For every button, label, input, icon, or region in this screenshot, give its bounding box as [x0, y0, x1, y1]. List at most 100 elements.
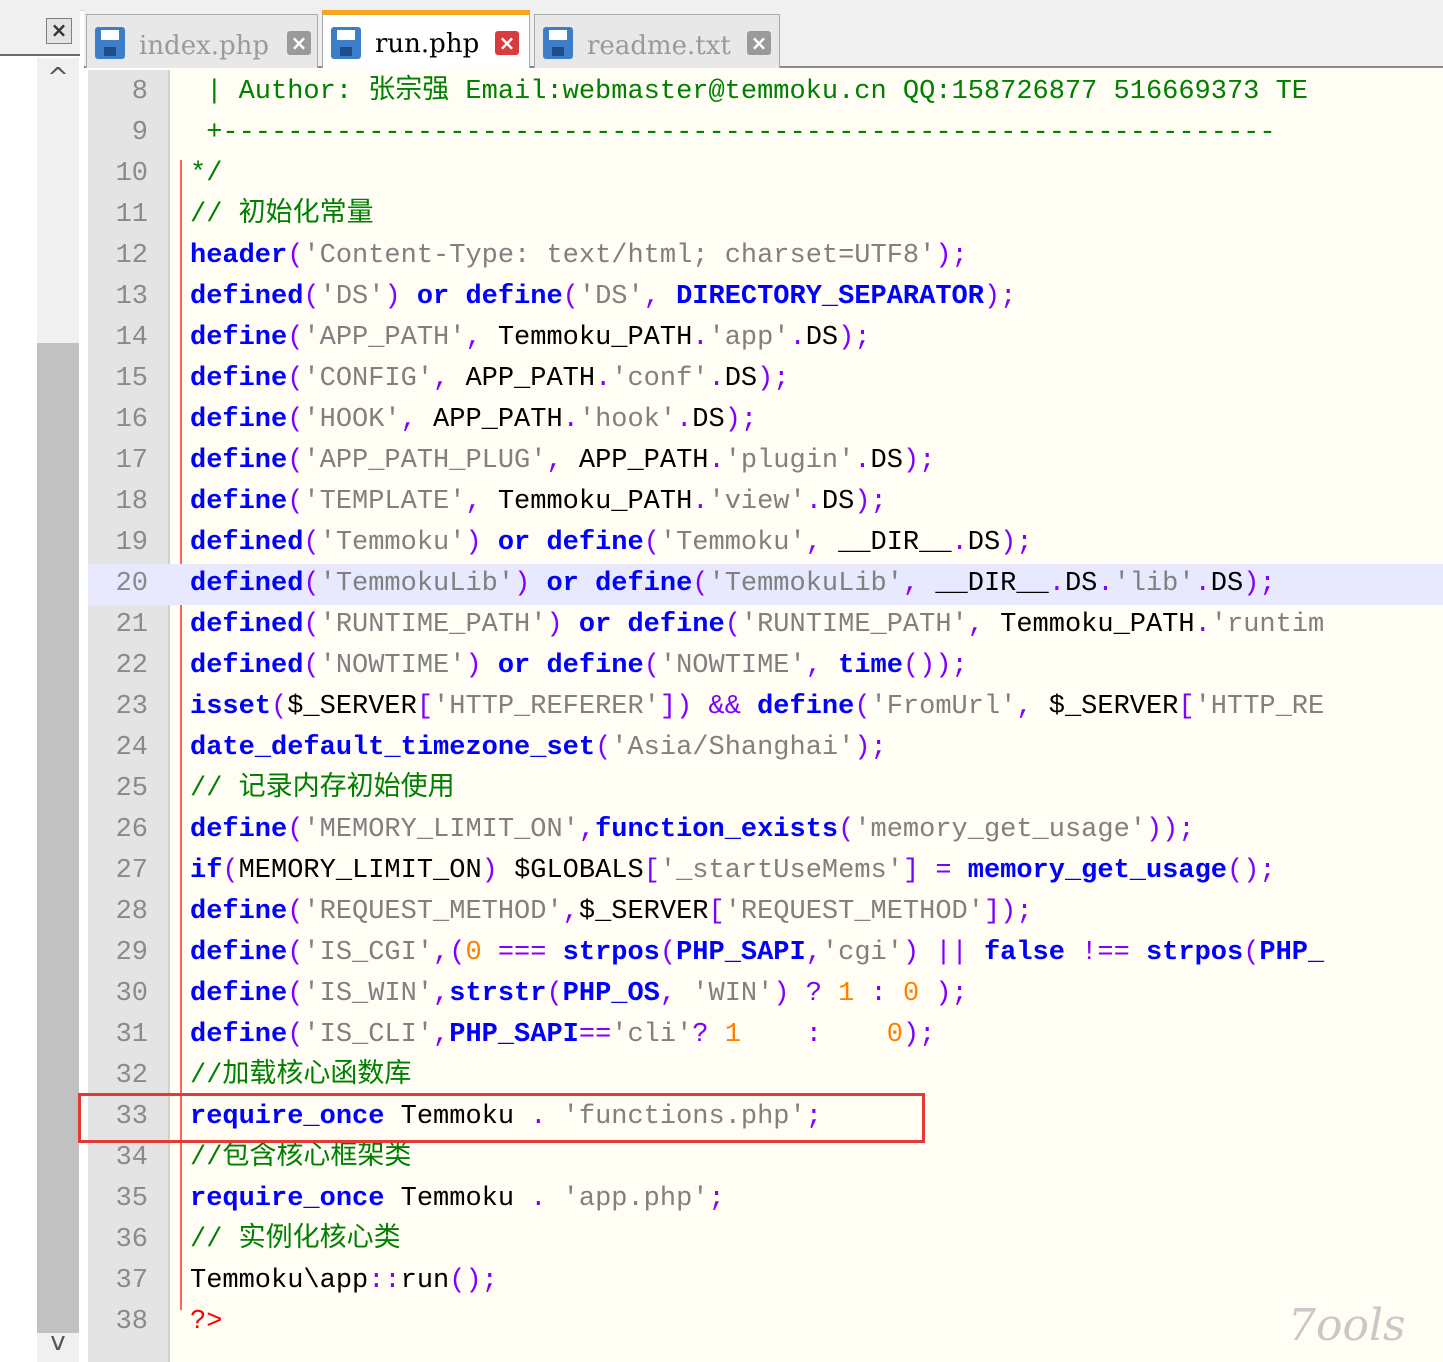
code-text: //加载核心函数库 — [190, 1056, 411, 1097]
code-token: . — [595, 364, 612, 394]
code-line[interactable]: 32 //加载核心函数库 — [88, 1056, 1443, 1097]
code-token: , — [805, 651, 839, 681]
code-token: 1 — [724, 1020, 741, 1050]
tab-run-php[interactable]: run.php × — [322, 10, 530, 68]
code-line[interactable]: 37 Temmoku\app::run(); — [88, 1261, 1443, 1302]
code-token: ); — [902, 446, 936, 476]
tab-label: run.php — [375, 29, 480, 59]
line-number: 16 — [115, 405, 148, 435]
code-line[interactable]: 22 defined('NOWTIME') or define('NOWTIME'… — [88, 646, 1443, 687]
code-token: define — [190, 897, 288, 927]
code-token: ) — [465, 651, 498, 681]
line-number: 23 — [115, 692, 148, 722]
watermark-logo: 7ools — [1288, 1300, 1406, 1351]
code-token: $GLOBALS — [514, 856, 644, 886]
code-line[interactable]: 31 define('IS_CLI',PHP_SAPI=='cli'? 1 : 0… — [88, 1015, 1443, 1056]
code-token: ( — [287, 405, 304, 435]
code-line[interactable]: 20 defined('TemmokuLib') or define('Temmo… — [88, 564, 1443, 605]
code-token: run — [400, 1266, 450, 1296]
code-text: require_once Temmoku . 'app.php'; — [190, 1179, 725, 1220]
code-line[interactable]: 17 define('APP_PATH_PLUG', APP_PATH.'plug… — [88, 441, 1443, 482]
code-line[interactable]: 26 define('MEMORY_LIMIT_ON',function_exis… — [88, 810, 1443, 851]
code-token: define — [190, 815, 288, 845]
code-token: ) — [481, 856, 515, 886]
tab-close-icon[interactable]: × — [287, 31, 311, 55]
line-number: 9 — [131, 118, 148, 148]
code-line[interactable]: 10 */ — [88, 154, 1443, 195]
code-token: ( — [271, 692, 288, 722]
code-line[interactable]: 29 define('IS_CGI',(0 === strpos(PHP_SAPI… — [88, 933, 1443, 974]
code-line[interactable]: 9 +-------------------------------------… — [88, 113, 1443, 154]
line-number: 30 — [115, 979, 148, 1009]
code-token: define — [627, 610, 725, 640]
code-text: define('APP_PATH', Temmoku_PATH.'app'.DS… — [190, 318, 871, 359]
code-token: ( — [643, 528, 660, 558]
scroll-up-arrow-icon[interactable]: ^ — [37, 58, 79, 98]
code-line[interactable]: 12 header('Content-Type: text/html; chars… — [88, 236, 1443, 277]
left-panel-edge — [0, 58, 37, 1362]
code-token: 'TEMPLATE' — [303, 487, 466, 517]
code-token: date_default_timezone_set — [190, 733, 596, 763]
code-line[interactable]: 23 isset($_SERVER['HTTP_REFERER']) && def… — [88, 687, 1443, 728]
code-line[interactable]: 27 if(MEMORY_LIMIT_ON) $GLOBALS['_startUs… — [88, 851, 1443, 892]
code-line[interactable]: 11 // 初始化常量 — [88, 195, 1443, 236]
scroll-down-arrow-icon[interactable]: v — [37, 1322, 79, 1362]
code-line[interactable]: 30 define('IS_WIN',strstr(PHP_OS, 'WIN') … — [88, 974, 1443, 1015]
tab-readme-txt[interactable]: readme.txt × — [534, 14, 780, 68]
code-token: require_once — [190, 1184, 385, 1214]
code-token: __DIR__ — [935, 569, 1049, 599]
code-line[interactable]: 28 define('REQUEST_METHOD',$_SERVER['REQU… — [88, 892, 1443, 933]
code-token: 'CONFIG' — [303, 364, 434, 394]
code-line[interactable]: 16 define('HOOK', APP_PATH.'hook'.DS); — [88, 400, 1443, 441]
line-number: 14 — [115, 323, 148, 353]
code-token: ) — [546, 610, 579, 640]
code-line[interactable]: 13 defined('DS') or define('DS', DIRECTOR… — [88, 277, 1443, 318]
vertical-scrollbar[interactable]: ^ v — [37, 58, 79, 1362]
code-token: . — [1097, 569, 1114, 599]
line-number: 13 — [115, 282, 148, 312]
code-token: 'DS' — [319, 282, 385, 312]
code-token: header — [190, 241, 288, 271]
code-token: ( — [562, 282, 579, 312]
tab-index-php[interactable]: index.php × — [86, 14, 318, 68]
code-token: or — [497, 528, 531, 558]
code-line[interactable]: 15 define('CONFIG', APP_PATH.'conf'.DS); — [88, 359, 1443, 400]
code-line[interactable]: 35 require_once Temmoku . 'app.php'; — [88, 1179, 1443, 1220]
code-line[interactable]: 25 // 记录内存初始使用 — [88, 769, 1443, 810]
line-number: 32 — [115, 1061, 148, 1091]
code-line[interactable]: 36 // 实例化核心类 — [88, 1220, 1443, 1261]
code-token: 'Temmoku' — [319, 528, 466, 558]
scrollbar-thumb[interactable] — [37, 343, 79, 1333]
code-line[interactable]: 38 ?> — [88, 1302, 1443, 1343]
code-token: isset — [190, 692, 272, 722]
code-token: define — [757, 692, 855, 722]
code-token: define — [190, 405, 288, 435]
code-token: ); — [757, 364, 790, 394]
code-line[interactable]: 8 | Author: 张宗强 Email:webmaster@temmoku.… — [88, 72, 1443, 113]
code-line[interactable]: 19 defined('Temmoku') or define('Temmoku'… — [88, 523, 1443, 564]
code-line[interactable]: 24 date_default_timezone_set('Asia/Shangh… — [88, 728, 1443, 769]
code-editor[interactable]: 8 | Author: 张宗强 Email:webmaster@temmoku.… — [88, 70, 1443, 1362]
close-document-button[interactable]: × — [46, 18, 72, 44]
code-token: ( — [287, 364, 304, 394]
code-line[interactable]: 18 define('TEMPLATE', Temmoku_PATH.'view'… — [88, 482, 1443, 523]
code-line[interactable]: 21 defined('RUNTIME_PATH') or define('RUN… — [88, 605, 1443, 646]
code-token: defined — [190, 282, 304, 312]
code-text: defined('TemmokuLib') or define('Temmoku… — [190, 564, 1276, 605]
code-line[interactable]: 14 define('APP_PATH', Temmoku_PATH.'app'.… — [88, 318, 1443, 359]
tab-bar: index.php × run.php × readme.txt × — [84, 10, 1443, 68]
tab-close-icon[interactable]: × — [747, 31, 771, 55]
code-token: 'HTTP_RE — [1194, 692, 1325, 722]
code-token: ?> — [190, 1307, 223, 1337]
code-line[interactable]: 34 //包含核心框架类 — [88, 1138, 1443, 1179]
code-token: 1 — [838, 979, 855, 1009]
code-token: . — [708, 364, 725, 394]
tab-close-icon[interactable]: × — [495, 31, 519, 55]
code-text: // 记录内存初始使用 — [190, 769, 455, 810]
code-token: : — [854, 979, 903, 1009]
code-token: 0 — [465, 938, 482, 968]
code-token: ); — [919, 979, 968, 1009]
code-token: (); — [449, 1266, 498, 1296]
